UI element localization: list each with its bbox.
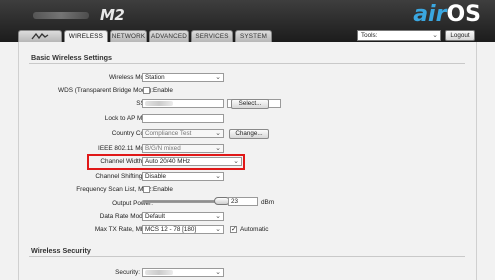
wireless-mode-value: Station	[145, 74, 165, 81]
tab-network[interactable]: NETWORK	[110, 30, 147, 42]
channel-width-value: Auto 20/40 MHz	[145, 158, 191, 165]
security-select[interactable]: ⌄	[142, 268, 224, 277]
logout-button[interactable]: Logout	[445, 30, 475, 41]
model-name: M2	[100, 6, 125, 24]
ssid-select-button[interactable]: Select...	[231, 99, 269, 109]
channel-shifting-value: Disable	[145, 173, 166, 180]
chevron-down-icon: ⌄	[215, 130, 221, 137]
country-change-button[interactable]: Change...	[229, 129, 269, 139]
section-divider	[29, 63, 465, 64]
output-power-slider-fill	[143, 201, 221, 202]
tab-system[interactable]: SYSTEM	[235, 30, 272, 42]
country-code-select[interactable]: Compliance Test ⌄	[142, 129, 224, 138]
output-power-unit: dBm	[261, 199, 275, 206]
max-tx-automatic-label: Automatic	[240, 226, 269, 233]
data-rate-module-value: Default	[145, 213, 165, 220]
ieee-mode-value: B/G/N mixed	[145, 145, 181, 152]
section-title-basic: Basic Wireless Settings	[31, 53, 113, 62]
security-label: Security:	[115, 269, 140, 276]
section-divider	[29, 256, 465, 257]
channel-width-select[interactable]: Auto 20/40 MHz ⌄	[142, 157, 242, 166]
data-rate-module-select[interactable]: Default ⌄	[142, 212, 224, 221]
chevron-down-icon: ⌄	[215, 226, 221, 233]
output-power-input[interactable]: 23	[228, 197, 258, 206]
ssid-redacted	[145, 101, 173, 106]
airos-logo: airOS	[413, 2, 481, 27]
wds-enable-label: Enable	[153, 87, 173, 94]
channel-shifting-select[interactable]: Disable ⌄	[142, 172, 224, 181]
wireless-mode-select[interactable]: Station ⌄	[142, 73, 224, 82]
chevron-down-icon: ⌄	[233, 158, 239, 165]
chevron-down-icon: ⌄	[432, 32, 438, 39]
security-value-redacted	[145, 270, 173, 275]
chevron-down-icon: ⌄	[215, 145, 221, 152]
ieee-mode-select[interactable]: B/G/N mixed ⌄	[142, 144, 224, 153]
freq-scan-enable-label: Enable	[153, 186, 173, 193]
country-code-value: Compliance Test	[145, 130, 192, 137]
freq-scan-checkbox[interactable]	[143, 186, 150, 193]
settings-panel: Basic Wireless Settings Wireless Mode: S…	[18, 42, 477, 280]
max-tx-automatic-checkbox[interactable]	[230, 225, 237, 233]
tools-dropdown[interactable]: Tools: ⌄	[357, 30, 441, 41]
chevron-down-icon: ⌄	[215, 269, 221, 276]
wds-label: WDS (Transparent Bridge Mode):	[58, 87, 153, 94]
tab-main-logo[interactable]	[18, 30, 62, 42]
section-title-security: Wireless Security	[31, 246, 91, 255]
freq-scan-label: Frequency Scan List, MHz:	[76, 186, 153, 193]
max-tx-rate-value: MCS 12 - 78 [180]	[145, 226, 197, 233]
chevron-down-icon: ⌄	[215, 74, 221, 81]
wds-checkbox[interactable]	[143, 87, 150, 94]
ssid-input[interactable]	[142, 99, 224, 108]
tools-label: Tools:	[361, 32, 378, 39]
max-tx-rate-select[interactable]: MCS 12 - 78 [180] ⌄	[142, 225, 224, 234]
brand-name-redacted	[33, 12, 89, 19]
chevron-down-icon: ⌄	[215, 213, 221, 220]
lock-ap-mac-input[interactable]	[142, 114, 224, 123]
tab-services[interactable]: SERVICES	[191, 30, 233, 42]
tab-advanced[interactable]: ADVANCED	[149, 30, 189, 42]
main-tabs: WIRELESS NETWORK ADVANCED SERVICES SYSTE…	[18, 30, 274, 43]
ubnt-logo-icon	[31, 33, 49, 40]
chevron-down-icon: ⌄	[215, 173, 221, 180]
